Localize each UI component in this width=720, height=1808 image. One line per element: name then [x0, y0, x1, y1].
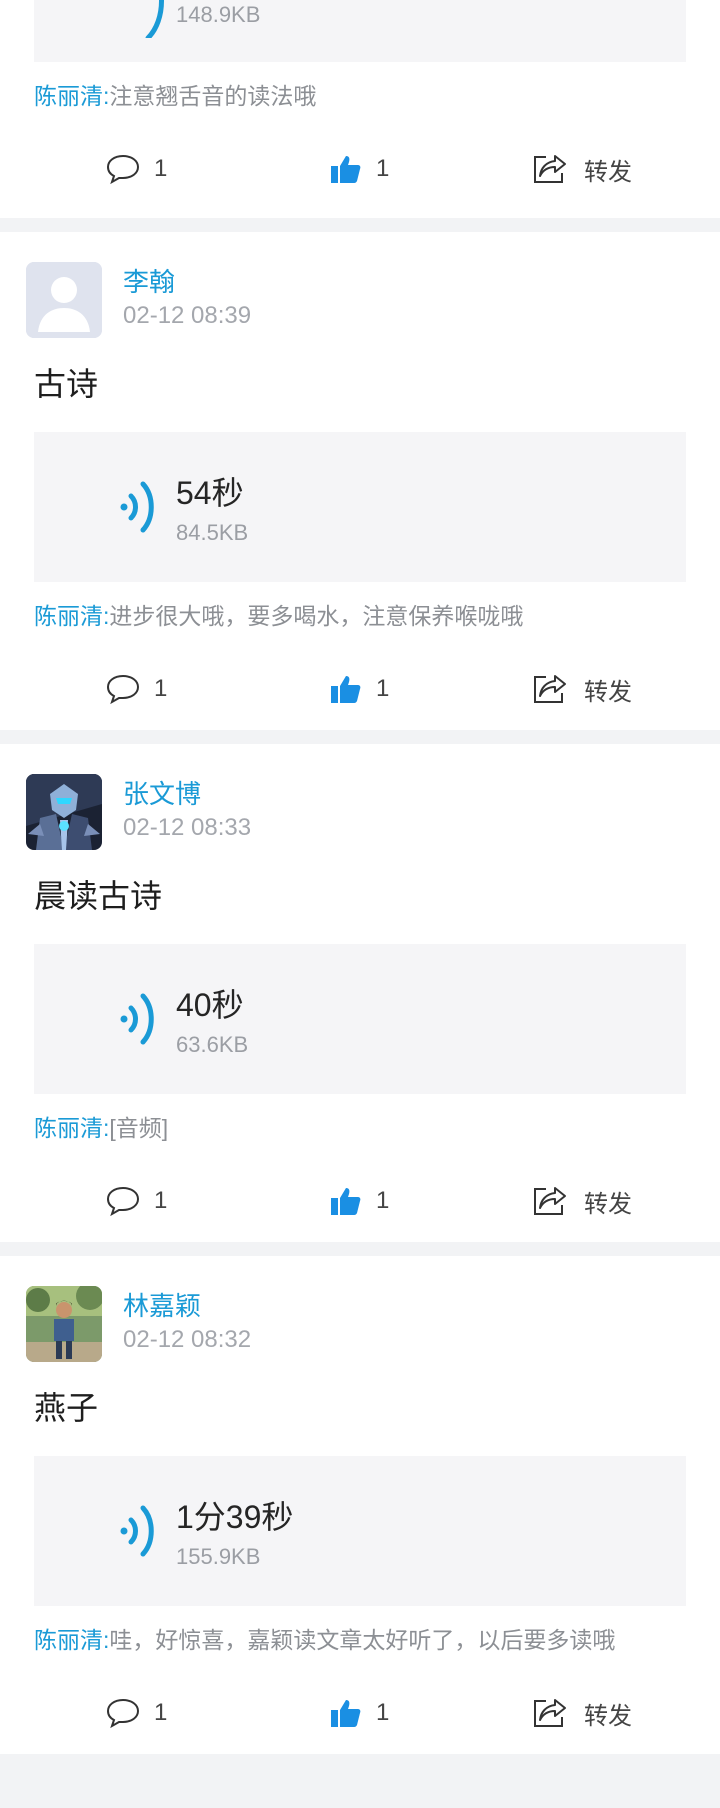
sound-wave-icon [120, 993, 154, 1045]
avatar[interactable] [26, 262, 102, 338]
thumbs-up-icon [331, 1700, 361, 1727]
audio-duration: 1分39秒 [176, 1499, 294, 1535]
post-title: 晨读古诗 [34, 878, 163, 914]
avatar[interactable] [26, 774, 102, 850]
share-icon [534, 1699, 566, 1727]
default-avatar-icon [26, 262, 102, 338]
like-button[interactable]: 1 [330, 1694, 389, 1732]
author-name[interactable]: 林嘉颖 [123, 1286, 201, 1323]
share-button[interactable]: 转发 [532, 1182, 632, 1220]
post-card: 林嘉颖 02-12 08:32 燕子 1分39秒 155.9KB 陈丽清:哇，好… [0, 1256, 720, 1754]
comment-text: 注意翘舌音的读法哦 [109, 83, 317, 109]
commenter-name[interactable]: 陈丽清: [34, 1115, 109, 1141]
commenter-name[interactable]: 陈丽清: [34, 603, 109, 629]
sound-wave-icon [120, 481, 154, 533]
share-button[interactable]: 转发 [532, 1694, 632, 1732]
post-card: 148.9KB 陈丽清:注意翘舌音的读法哦 1 1 转发 [0, 0, 720, 218]
share-label: 转发 [584, 158, 632, 186]
commenter-name[interactable]: 陈丽清: [34, 1627, 109, 1653]
reply-count: 1 [154, 1187, 168, 1214]
reply-button[interactable]: 1 [106, 150, 167, 188]
like-button[interactable]: 1 [330, 670, 389, 708]
audio-player[interactable]: 54秒 84.5KB [34, 432, 686, 582]
reply-count: 1 [154, 675, 168, 702]
comment[interactable]: 陈丽清:进步很大哦，要多喝水，注意保养喉咙哦 [0, 582, 720, 656]
audio-duration: 40秒 [176, 987, 244, 1023]
thumbs-up-icon [331, 1188, 361, 1215]
feed: 148.9KB 陈丽清:注意翘舌音的读法哦 1 1 转发 李翰 02-12 08… [0, 0, 720, 1754]
comment-text: 进步很大哦，要多喝水，注意保养喉咙哦 [109, 603, 524, 629]
share-icon [534, 155, 566, 183]
comment-text: [音频] [109, 1115, 169, 1141]
audio-size: 155.9KB [176, 1544, 261, 1569]
reply-button[interactable]: 1 [106, 1694, 167, 1732]
like-button[interactable]: 1 [330, 150, 389, 188]
share-icon [534, 1187, 566, 1215]
like-count: 1 [376, 1699, 390, 1726]
post-time: 02-12 08:39 [123, 302, 252, 329]
thumbs-up-icon [331, 156, 361, 183]
avatar[interactable] [26, 1286, 102, 1362]
like-button[interactable]: 1 [330, 1182, 389, 1220]
share-label: 转发 [584, 1702, 632, 1730]
post-card: 李翰 02-12 08:39 古诗 54秒 84.5KB 陈丽清:进步很大哦，要… [0, 232, 720, 730]
post-title: 燕子 [34, 1390, 99, 1426]
reply-button[interactable]: 1 [106, 670, 167, 708]
author-name[interactable]: 李翰 [123, 262, 175, 299]
action-bar: 1 1 转发 [0, 656, 720, 730]
share-button[interactable]: 转发 [532, 670, 632, 708]
commenter-name[interactable]: 陈丽清: [34, 83, 109, 109]
comment-bubble-icon [106, 154, 140, 185]
child-photo-avatar-icon [26, 1286, 102, 1362]
thumbs-up-icon [331, 676, 361, 703]
action-bar: 1 1 转发 [0, 1168, 720, 1242]
audio-duration: 54秒 [176, 475, 244, 511]
audio-player[interactable]: 40秒 63.6KB [34, 944, 686, 1094]
audio-size: 148.9KB [176, 2, 261, 27]
sound-wave-icon [120, 1505, 154, 1557]
share-label: 转发 [584, 1190, 632, 1218]
share-label: 转发 [584, 678, 632, 706]
comment-bubble-icon [106, 674, 140, 705]
post-time: 02-12 08:32 [123, 1326, 252, 1353]
action-bar: 1 1 转发 [0, 136, 720, 210]
audio-player[interactable]: 148.9KB [34, 0, 686, 62]
share-icon [534, 675, 566, 703]
sound-wave-icon [145, 0, 164, 38]
audio-size: 63.6KB [176, 1032, 249, 1057]
reply-count: 1 [154, 1699, 168, 1726]
comment-bubble-icon [106, 1698, 140, 1729]
audio-size: 84.5KB [176, 520, 249, 545]
comment[interactable]: 陈丽清:[音频] [0, 1094, 720, 1168]
comment-bubble-icon [106, 1186, 140, 1217]
reply-count: 1 [154, 155, 168, 182]
post-header: 李翰 02-12 08:39 [0, 232, 720, 362]
robot-avatar-icon [26, 774, 102, 850]
action-bar: 1 1 转发 [0, 1680, 720, 1754]
comment[interactable]: 陈丽清:注意翘舌音的读法哦 [0, 62, 720, 136]
audio-player[interactable]: 1分39秒 155.9KB [34, 1456, 686, 1606]
comment-text: 哇，好惊喜，嘉颖读文章太好听了，以后要多读哦 [109, 1627, 616, 1653]
post-header: 张文博 02-12 08:33 [0, 744, 720, 874]
post-card: 张文博 02-12 08:33 晨读古诗 40秒 63.6KB 陈丽清:[音频]… [0, 744, 720, 1242]
author-name[interactable]: 张文博 [123, 774, 201, 811]
comment[interactable]: 陈丽清:哇，好惊喜，嘉颖读文章太好听了，以后要多读哦 [0, 1606, 720, 1680]
like-count: 1 [376, 675, 390, 702]
share-button[interactable]: 转发 [532, 150, 632, 188]
like-count: 1 [376, 155, 390, 182]
post-title: 古诗 [34, 366, 99, 402]
post-time: 02-12 08:33 [123, 814, 252, 841]
like-count: 1 [376, 1187, 390, 1214]
reply-button[interactable]: 1 [106, 1182, 167, 1220]
post-header: 林嘉颖 02-12 08:32 [0, 1256, 720, 1386]
